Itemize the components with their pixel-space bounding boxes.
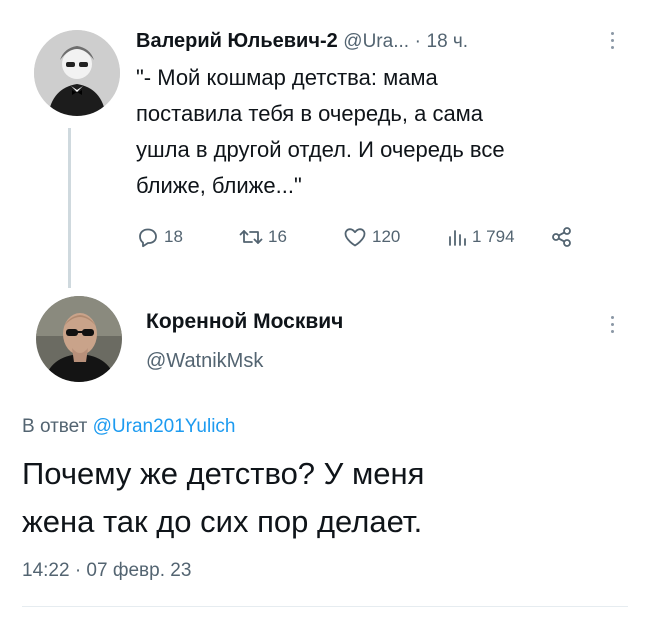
reply-mention-link[interactable]: @Uran201Yulich xyxy=(93,416,236,437)
separator: · xyxy=(414,31,421,52)
more-options-icon[interactable] xyxy=(608,316,616,338)
tweet-2-text: Почему же детство? У меня жена так до си… xyxy=(22,450,622,546)
author-name[interactable]: Коренной Москвич xyxy=(146,310,343,334)
author-handle[interactable]: @WatnikMsk xyxy=(146,350,263,373)
tweet-actions: 18 16 120 1 794 xyxy=(136,222,606,252)
tweet-1-header: Валерий Юльевич-2 @Ura... · 18 ч. xyxy=(136,30,616,58)
like-icon xyxy=(344,228,366,247)
tweet-text-line: "- Мой кошмар детства: мама xyxy=(136,65,438,90)
tweet-time[interactable]: 18 ч. xyxy=(427,31,469,52)
tweet-1: Валерий Юльевич-2 @Ura... · 18 ч. "- Мой… xyxy=(0,0,650,300)
avatar-valery[interactable] xyxy=(34,30,120,116)
avatar-korennoy[interactable] xyxy=(36,296,122,382)
tweet-timestamp[interactable]: 14:22 · 07 февр. 23 xyxy=(22,560,191,582)
tweet-text-line: Почему же детство? У меня xyxy=(22,456,425,491)
divider xyxy=(22,606,628,607)
retweet-count: 16 xyxy=(268,227,287,246)
retweet-icon xyxy=(239,230,263,244)
more-options-icon[interactable] xyxy=(608,32,616,54)
like-count: 120 xyxy=(372,227,401,246)
like-button[interactable]: 120 xyxy=(342,222,400,252)
reply-context: В ответ @Uran201Yulich xyxy=(22,416,235,438)
views-button[interactable]: 1 794 xyxy=(446,222,515,252)
share-button[interactable] xyxy=(550,222,578,252)
tweet-text-line: ушла в другой отдел. И очередь все xyxy=(136,137,505,162)
tweet-text-line: поставила тебя в очередь, а сама xyxy=(136,101,484,126)
tweet-1-text: "- Мой кошмар детства: мама поставила те… xyxy=(136,60,596,204)
author-handle[interactable]: @Ura... xyxy=(343,31,409,52)
thread-line xyxy=(68,128,71,288)
tweet-text-line: ближе, ближе..." xyxy=(136,173,302,198)
reply-button[interactable]: 18 xyxy=(136,222,183,252)
reply-prefix: В ответ xyxy=(22,416,88,437)
avatar-photo xyxy=(34,30,120,116)
views-icon xyxy=(449,230,466,246)
share-icon xyxy=(552,227,571,247)
reply-count: 18 xyxy=(164,227,183,246)
reply-icon xyxy=(139,228,157,248)
author-name[interactable]: Валерий Юльевич-2 xyxy=(136,30,338,52)
tweet-text-line: жена так до сих пор делает. xyxy=(22,504,423,539)
views-count: 1 794 xyxy=(472,227,515,246)
retweet-button[interactable]: 16 xyxy=(238,222,287,252)
avatar-photo xyxy=(36,296,122,382)
